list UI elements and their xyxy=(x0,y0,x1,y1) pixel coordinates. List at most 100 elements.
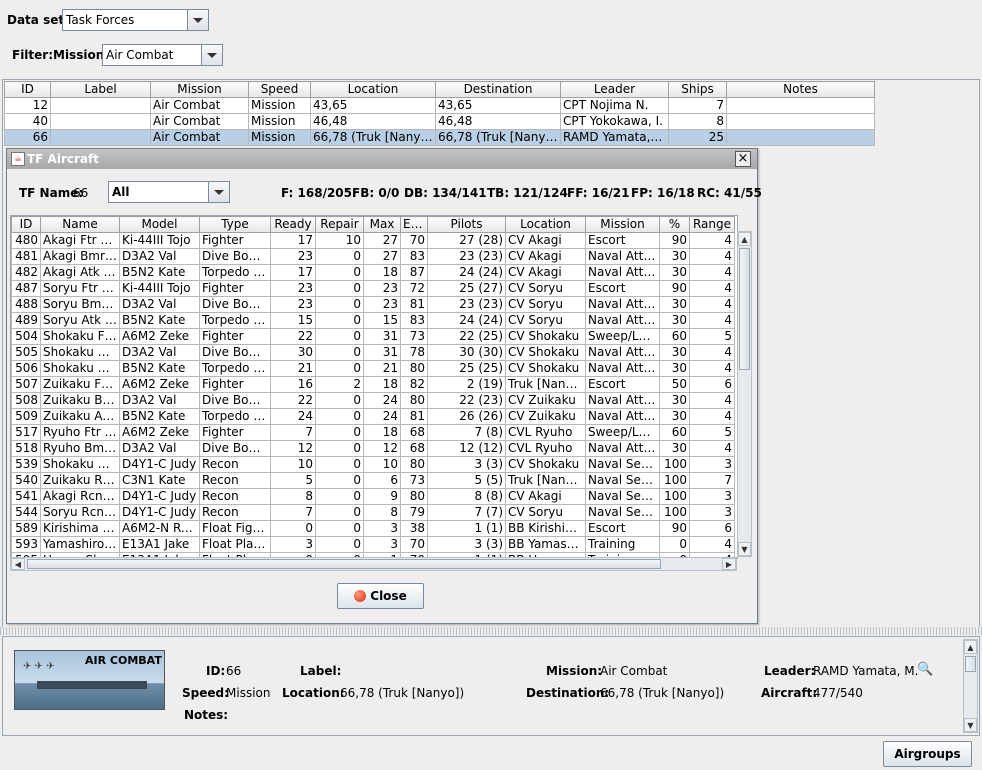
aircraft-column-header[interactable]: Ready xyxy=(270,216,316,233)
aircraft-column-header[interactable]: Mission xyxy=(585,216,660,233)
aircraft-column-header[interactable]: Type xyxy=(199,216,271,233)
tf-column-header[interactable]: Label xyxy=(50,81,151,98)
tf-table-row[interactable]: 40 Air Combat Mission 46,48 46,48 CPT Yokokaw… xyxy=(4,113,875,130)
aircraft-table-cell: 68 xyxy=(400,440,428,457)
scroll-down-icon[interactable]: ▼ xyxy=(964,718,977,732)
aircraft-table-row[interactable]: 480Akagi Ftr Da...Ki-44III TojoFighter17… xyxy=(11,232,735,249)
tf-column-header[interactable]: Speed xyxy=(248,81,311,98)
magnifier-icon[interactable]: 🔍 xyxy=(917,662,933,677)
aircraft-table-cell: 21 xyxy=(363,360,401,377)
aircraft-table-row[interactable]: 487Soryu Ftr Da...Ki-44III TojoFighter23… xyxy=(11,280,735,297)
tf-column-header[interactable]: ID xyxy=(4,81,51,98)
tf-table-cell: 40 xyxy=(4,113,51,130)
tf-table-row[interactable]: 12 Air Combat Mission 43,65 43,65 CPT Nojima … xyxy=(4,97,875,114)
aircraft-table-row[interactable]: 593 Yamashiro ... E13A1 Jake Float Plane 3 0 3… xyxy=(11,536,735,553)
aircraft-table-cell: 83 xyxy=(400,248,428,265)
scroll-left-icon[interactable]: ◀ xyxy=(11,558,25,570)
detail-vertical-scrollbar[interactable]: ▲ ▼ xyxy=(963,639,978,733)
tf-column-header[interactable]: Leader xyxy=(560,81,669,98)
aircraft-column-header[interactable]: Range xyxy=(689,216,735,233)
aircraft-table-cell: E13A1 Jake xyxy=(119,536,200,553)
aircraft-column-header[interactable]: Exp xyxy=(400,216,428,233)
vertical-scroll-thumb[interactable] xyxy=(739,248,750,370)
aircraft-table-cell: D3A2 Val xyxy=(119,392,200,409)
stat-rc: RC: 41/55 xyxy=(697,186,762,200)
aircraft-table-cell: Shokaku B... xyxy=(40,344,120,361)
tf-table-row[interactable]: 66 Air Combat Mission 66,78 (Truk [Nanyo]) 6… xyxy=(4,129,875,146)
tf-column-header[interactable]: Location xyxy=(310,81,436,98)
aircraft-vertical-scrollbar[interactable]: ▲ ▼ xyxy=(737,231,752,557)
aircraft-table-row[interactable]: 589 Kirishima S... A6M2-N Ruf... Float Figh… xyxy=(11,520,735,537)
tf-column-header[interactable]: Ships xyxy=(668,81,727,98)
chevron-down-icon[interactable] xyxy=(187,10,208,30)
split-pane-divider[interactable] xyxy=(0,627,982,635)
aircraft-table-row[interactable]: 518 Ryuho Bmr ... D3A2 Val Dive Bom... 12 0 12… xyxy=(11,440,735,457)
aircraft-table-row[interactable]: 509Zuikaku Atk ...B5N2 KateTorpedo B...2… xyxy=(11,408,735,425)
chevron-down-icon[interactable] xyxy=(201,45,222,65)
aircraft-table-cell: 487 xyxy=(11,280,41,297)
aircraft-table-cell: Dive Bom... xyxy=(199,248,271,265)
scroll-right-icon[interactable]: ▶ xyxy=(722,558,736,570)
aircraft-column-header[interactable]: Repair xyxy=(315,216,364,233)
detail-scroll-thumb[interactable] xyxy=(965,656,976,672)
aircraft-table-row[interactable]: 489 Soryu Atk D... B5N2 Kate Torpedo B... 15… xyxy=(11,312,735,329)
aircraft-column-header[interactable]: Location xyxy=(505,216,586,233)
aircraft-table-row[interactable]: 517 Ryuho Ftr D... A6M2 Zeke Fighter 7 0 18 68 7… xyxy=(11,424,735,441)
aircraft-table-row[interactable]: 506Shokaku Atk...B5N2 KateTorpedo B...21… xyxy=(11,360,735,377)
aircraft-table-cell: 489 xyxy=(11,312,41,329)
aircraft-table-cell: 16 xyxy=(270,376,316,393)
aircraft-table-cell: 4 xyxy=(689,536,735,553)
aircraft-table-cell: Escort xyxy=(585,280,660,297)
aircraft-table-cell: 544 xyxy=(11,504,41,521)
aircraft-table-cell: Naval Attack xyxy=(585,264,660,281)
aircraft-table-cell: 3 (3) xyxy=(427,456,506,473)
aircraft-table-cell: Soryu Atk D... xyxy=(40,312,120,329)
tf-column-header[interactable]: Destination xyxy=(435,81,561,98)
tf-table-cell: 66,78 (Truk [Nanyo]) xyxy=(310,129,436,146)
chevron-down-icon[interactable] xyxy=(208,182,229,202)
dataset-combo[interactable]: Task Forces xyxy=(62,9,209,31)
aircraft-column-header[interactable]: ID xyxy=(11,216,41,233)
close-icon[interactable]: × xyxy=(735,151,751,167)
aircraft-table-row[interactable]: 504Shokaku Ftr ...A6M2 ZekeFighter220317… xyxy=(11,328,735,345)
aircraft-column-header[interactable]: % xyxy=(659,216,690,233)
aircraft-table-row[interactable]: 488 Soryu Bmr ... D3A2 Val Dive Bom... 23 0 23… xyxy=(11,296,735,313)
aircraft-column-header[interactable]: Max xyxy=(363,216,401,233)
aircraft-table-row[interactable]: 505 Shokaku B... D3A2 Val Dive Bom... 30 0 31 7… xyxy=(11,344,735,361)
aircraft-column-header[interactable]: Pilots xyxy=(427,216,506,233)
aircraft-table-cell: Naval Attack xyxy=(585,344,660,361)
airgroups-button[interactable]: Airgroups xyxy=(883,741,972,767)
tf-column-header[interactable]: Notes xyxy=(726,81,875,98)
aircraft-table-row[interactable]: 539 Shokaku Rc... D4Y1-C Judy Recon 10 0 10 80 3… xyxy=(11,456,735,473)
aircraft-table-cell: 23 (23) xyxy=(427,296,506,313)
aircraft-table-row[interactable]: 507 Zuikaku Ftr ... A6M2 Zeke Fighter 16 2 18 8… xyxy=(11,376,735,393)
aircraft-table-cell: 10 xyxy=(363,456,401,473)
mission-filter-combo[interactable]: Air Combat xyxy=(102,44,223,66)
aircraft-table-row[interactable]: 540Zuikaku Rcn...C3N1 KateRecon506735 (5… xyxy=(11,472,735,489)
aircraft-column-header[interactable]: Model xyxy=(119,216,200,233)
aircraft-table-row[interactable]: 508 Zuikaku Bm... D3A2 Val Dive Bom... 22 0 24… xyxy=(11,392,735,409)
aircraft-table-cell: A6M2 Zeke xyxy=(119,328,200,345)
aircraft-table-cell: Akagi Bmr D... xyxy=(40,248,120,265)
tf-column-header[interactable]: Mission xyxy=(150,81,249,98)
horizontal-scroll-thumb[interactable] xyxy=(27,559,661,569)
aircraft-column-header[interactable]: Name xyxy=(40,216,120,233)
tf-table-cell: 66,78 (Truk [Nanyo]) xyxy=(435,129,561,146)
scroll-down-icon[interactable]: ▼ xyxy=(738,542,751,556)
aircraft-table-row[interactable]: 544 Soryu Rcn S... D4Y1-C Judy Recon 7 0 8 79 7 … xyxy=(11,504,735,521)
scroll-up-icon[interactable]: ▲ xyxy=(738,232,751,246)
dialog-titlebar[interactable]: ☕ TF Aircraft × xyxy=(7,149,757,169)
aircraft-filter-combo[interactable]: All xyxy=(108,181,230,203)
aircraft-table-row[interactable]: 541 Akagi Rcn S... D4Y1-C Judy Recon 8 0 9 80 8 … xyxy=(11,488,735,505)
aircraft-table-cell: 0 xyxy=(315,264,364,281)
aircraft-table-cell: 593 xyxy=(11,536,41,553)
dialog-title: TF Aircraft xyxy=(27,152,99,166)
aircraft-table-cell: CV Soryu xyxy=(505,296,586,313)
aircraft-horizontal-scrollbar[interactable]: ◀ ▶ xyxy=(10,557,737,571)
aircraft-table-row[interactable]: 482Akagi Atk Da...B5N2 KateTorpedo B...1… xyxy=(11,264,735,281)
close-button[interactable]: Close xyxy=(337,583,424,609)
aircraft-table-row[interactable]: 481Akagi Bmr D...D3A2 ValDive Bom...2302… xyxy=(11,248,735,265)
scroll-up-icon[interactable]: ▲ xyxy=(964,640,977,654)
tf-table-cell xyxy=(50,97,151,114)
aircraft-table-cell: D3A2 Val xyxy=(119,344,200,361)
